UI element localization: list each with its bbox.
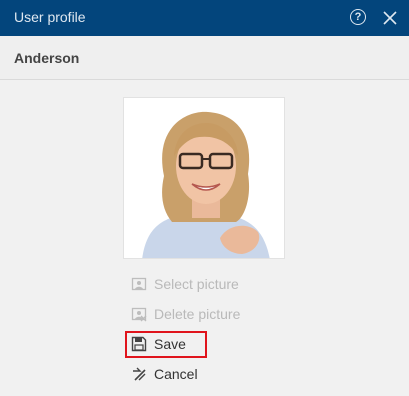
cancel-button[interactable]: Cancel (131, 363, 198, 385)
select-picture-label: Select picture (154, 276, 239, 292)
cancel-icon (133, 367, 146, 381)
profile-header: Anderson (0, 36, 409, 80)
image-delete-icon (131, 307, 147, 322)
title-bar: User profile ? (0, 0, 409, 36)
floppy-disk-icon (131, 336, 147, 352)
select-picture-button[interactable]: Select picture (131, 273, 239, 295)
cancel-label: Cancel (154, 366, 198, 382)
delete-picture-label: Delete picture (154, 306, 241, 322)
image-icon (131, 277, 147, 291)
window-title: User profile (14, 9, 86, 25)
save-label: Save (154, 336, 186, 352)
save-button[interactable]: Save (131, 333, 186, 355)
close-icon[interactable] (381, 9, 399, 27)
help-icon[interactable]: ? (350, 9, 366, 25)
user-photo (124, 98, 284, 258)
user-name: Anderson (14, 50, 80, 66)
delete-picture-button[interactable]: Delete picture (131, 303, 240, 325)
profile-picture (123, 97, 285, 259)
